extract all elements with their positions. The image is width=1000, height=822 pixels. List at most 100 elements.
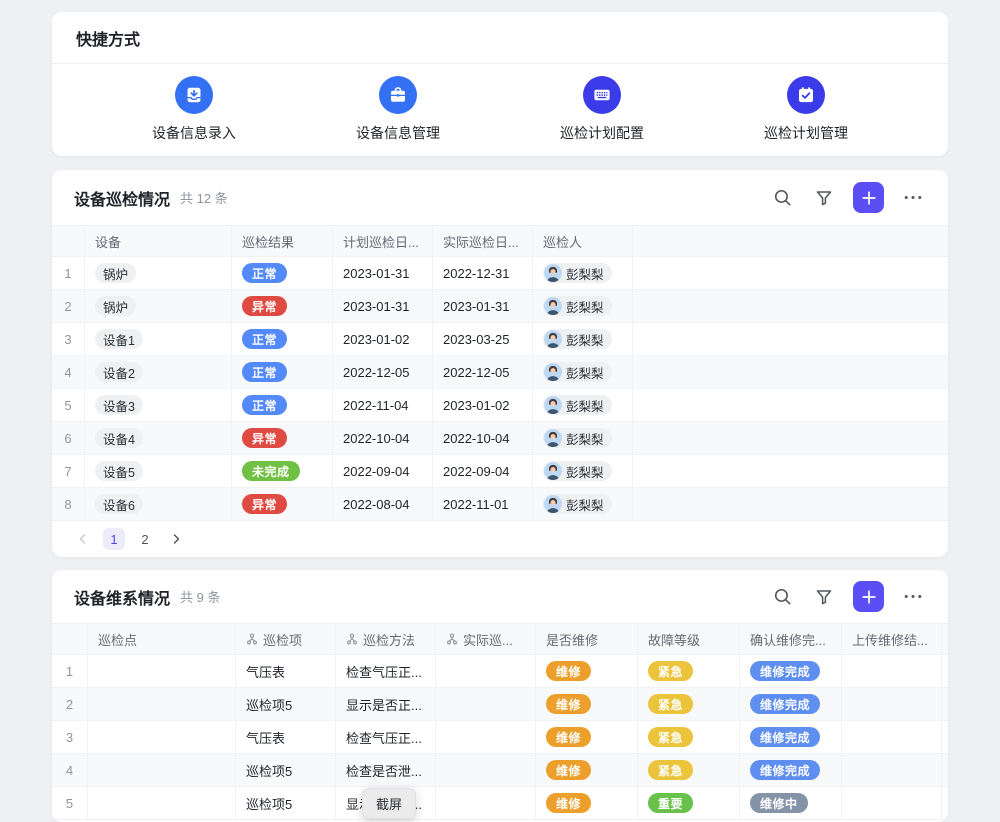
cell-upload[interactable]: [842, 688, 942, 720]
shortcut-item-2[interactable]: 巡检计划配置: [560, 76, 644, 143]
cell-planned[interactable]: 2023-01-31: [333, 257, 433, 289]
cell-planned[interactable]: 2023-01-02: [333, 323, 433, 355]
cell-planned[interactable]: 2022-08-04: [333, 488, 433, 520]
cell-result[interactable]: 异常: [232, 488, 333, 520]
cell-num[interactable]: 5: [52, 787, 88, 819]
cell-num[interactable]: 3: [52, 323, 85, 355]
cell-result[interactable]: 正常: [232, 389, 333, 421]
cell-method[interactable]: 显示是否正...: [336, 688, 436, 720]
cell-level[interactable]: 紧急: [638, 754, 740, 786]
cell-confirm[interactable]: 维修完成: [740, 754, 842, 786]
column-header-inspector[interactable]: 巡检人: [533, 226, 633, 256]
column-header-device[interactable]: 设备: [85, 226, 232, 256]
cell-planned[interactable]: 2022-10-04: [333, 422, 433, 454]
cell-repair[interactable]: 维修: [536, 787, 638, 819]
cell-actual[interactable]: 2023-01-02: [433, 389, 533, 421]
cell-result[interactable]: 异常: [232, 290, 333, 322]
cell-item[interactable]: 气压表: [236, 721, 336, 753]
cell-actual[interactable]: 2022-09-04: [433, 455, 533, 487]
cell-inspector[interactable]: 彭梨梨: [533, 455, 633, 487]
search-button[interactable]: [769, 584, 795, 610]
column-header-confirm[interactable]: 确认维修完...: [740, 624, 842, 654]
cell-actual[interactable]: [436, 655, 536, 687]
cell-num[interactable]: 8: [52, 488, 85, 520]
cell-device[interactable]: 设备4: [85, 422, 232, 454]
column-header-upload[interactable]: 上传维修结...: [842, 624, 942, 654]
cell-device[interactable]: 设备2: [85, 356, 232, 388]
column-header-method[interactable]: 巡检方法: [336, 624, 436, 654]
cell-person[interactable]: [942, 721, 948, 753]
cell-level[interactable]: 紧急: [638, 721, 740, 753]
cell-confirm[interactable]: 维修中: [740, 787, 842, 819]
cell-point[interactable]: [88, 655, 236, 687]
cell-level[interactable]: 重要: [638, 787, 740, 819]
cell-point[interactable]: [88, 688, 236, 720]
cell-method[interactable]: 检查是否泄...: [336, 754, 436, 786]
cell-level[interactable]: 紧急: [638, 688, 740, 720]
cell-inspector[interactable]: 彭梨梨: [533, 290, 633, 322]
column-header-point[interactable]: 巡检点: [88, 624, 236, 654]
cell-result[interactable]: 正常: [232, 356, 333, 388]
cell-planned[interactable]: 2023-01-31: [333, 290, 433, 322]
cell-num[interactable]: 1: [52, 655, 88, 687]
cell-confirm[interactable]: 维修完成: [740, 655, 842, 687]
cell-inspector[interactable]: 彭梨梨: [533, 323, 633, 355]
cell-actual[interactable]: [436, 688, 536, 720]
cell-item[interactable]: 巡检项5: [236, 787, 336, 819]
more-button[interactable]: [900, 584, 926, 610]
pagination-prev-button[interactable]: [72, 528, 94, 550]
cell-confirm[interactable]: 维修完成: [740, 688, 842, 720]
cell-device[interactable]: 设备5: [85, 455, 232, 487]
shortcut-item-0[interactable]: 设备信息录入: [152, 76, 236, 143]
cell-actual[interactable]: 2022-12-05: [433, 356, 533, 388]
cell-upload[interactable]: [842, 721, 942, 753]
shortcut-item-1[interactable]: 设备信息管理: [356, 76, 440, 143]
cell-num[interactable]: 6: [52, 422, 85, 454]
cell-item[interactable]: 巡检项5: [236, 688, 336, 720]
cell-actual[interactable]: 2023-01-31: [433, 290, 533, 322]
cell-num[interactable]: 5: [52, 389, 85, 421]
cell-device[interactable]: 设备6: [85, 488, 232, 520]
cell-person[interactable]: [942, 787, 948, 819]
add-record-button[interactable]: [853, 581, 884, 612]
cell-person[interactable]: 彭梨梨: [942, 754, 948, 786]
column-header-actual[interactable]: 实际巡检日...: [433, 226, 533, 256]
cell-actual[interactable]: 2022-12-31: [433, 257, 533, 289]
cell-inspector[interactable]: 彭梨梨: [533, 422, 633, 454]
cell-method[interactable]: 检查气压正...: [336, 721, 436, 753]
cell-device[interactable]: 设备3: [85, 389, 232, 421]
cell-actual[interactable]: 2022-10-04: [433, 422, 533, 454]
cell-actual[interactable]: 2022-11-01: [433, 488, 533, 520]
cell-planned[interactable]: 2022-11-04: [333, 389, 433, 421]
cell-result[interactable]: 异常: [232, 422, 333, 454]
cell-point[interactable]: [88, 787, 236, 819]
cell-inspector[interactable]: 彭梨梨: [533, 356, 633, 388]
pagination-next-button[interactable]: [165, 528, 187, 550]
cell-upload[interactable]: [842, 754, 942, 786]
cell-device[interactable]: 锅炉: [85, 290, 232, 322]
filter-button[interactable]: [811, 185, 837, 211]
page-button-1[interactable]: 1: [103, 528, 125, 550]
page-button-2[interactable]: 2: [134, 528, 156, 550]
cell-device[interactable]: 设备1: [85, 323, 232, 355]
column-header-person[interactable]: 维: [942, 624, 948, 654]
cell-repair[interactable]: 维修: [536, 655, 638, 687]
cell-repair[interactable]: 维修: [536, 688, 638, 720]
cell-num[interactable]: 1: [52, 257, 85, 289]
cell-repair[interactable]: 维修: [536, 754, 638, 786]
more-button[interactable]: [900, 185, 926, 211]
cell-person[interactable]: [942, 655, 948, 687]
cell-device[interactable]: 锅炉: [85, 257, 232, 289]
cell-actual[interactable]: 2023-03-25: [433, 323, 533, 355]
cell-point[interactable]: [88, 721, 236, 753]
cell-num[interactable]: 7: [52, 455, 85, 487]
cell-num[interactable]: 2: [52, 688, 88, 720]
shortcut-item-3[interactable]: 巡检计划管理: [764, 76, 848, 143]
cell-point[interactable]: [88, 754, 236, 786]
cell-num[interactable]: 3: [52, 721, 88, 753]
cell-actual[interactable]: [436, 721, 536, 753]
cell-planned[interactable]: 2022-12-05: [333, 356, 433, 388]
column-header[interactable]: [52, 226, 85, 256]
cell-upload[interactable]: [842, 787, 942, 819]
cell-confirm[interactable]: 维修完成: [740, 721, 842, 753]
